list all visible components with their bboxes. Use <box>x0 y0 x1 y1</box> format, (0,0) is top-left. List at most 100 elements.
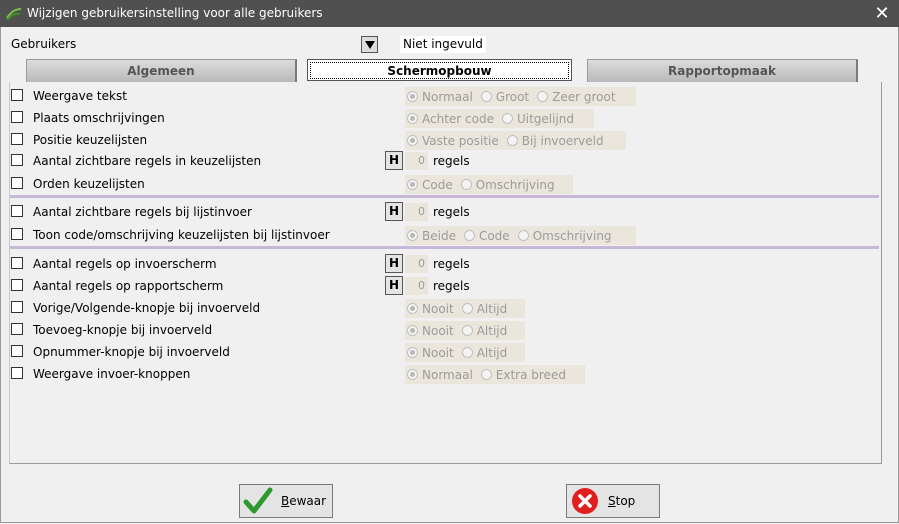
checkbox[interactable] <box>11 133 23 145</box>
option-label: Omschrijving <box>532 228 612 243</box>
radio-selected-icon <box>407 325 418 336</box>
option-label: Achter code <box>422 111 494 126</box>
checkbox[interactable] <box>11 301 23 313</box>
option-label: Extra breed <box>495 367 566 382</box>
checkbox[interactable] <box>11 177 23 189</box>
radio-selected-icon <box>407 91 418 102</box>
radio-option[interactable]: Extra breed <box>480 367 566 382</box>
radio-option[interactable]: Normaal <box>407 368 473 382</box>
setting-label: Vorige/Volgende-knopje bij invoerveld <box>33 301 261 315</box>
radio-icon <box>463 230 475 241</box>
radio-icon <box>517 230 529 241</box>
radio-group: Achter code Uitgelijnd <box>405 109 594 128</box>
option-label: Code <box>478 228 510 243</box>
radio-group: Normaal Groot Zeer groot <box>405 87 636 106</box>
unit-label: regels <box>433 257 470 271</box>
checkbox[interactable] <box>11 367 23 379</box>
radio-group: Nooit Altijd <box>405 299 525 318</box>
radio-group: Code Omschrijving <box>405 175 573 194</box>
save-button[interactable]: Bewaar <box>239 484 333 518</box>
radio-option[interactable]: Groot <box>480 89 530 104</box>
option-label: Uitgelijnd <box>516 111 575 126</box>
users-label: Gebruikers <box>11 37 77 51</box>
radio-icon <box>461 303 473 314</box>
h-button[interactable]: H <box>385 202 403 221</box>
radio-selected-icon <box>407 179 418 190</box>
radio-option[interactable]: Code <box>463 228 510 243</box>
stop-button[interactable]: Stop <box>566 484 660 518</box>
radio-option[interactable]: Vaste positie <box>407 134 499 148</box>
checkbox[interactable] <box>11 111 23 123</box>
close-icon[interactable]: ✕ <box>865 0 899 27</box>
setting-row-zichtbare-regels-keuzelijsten: Aantal zichtbare regels in keuzelijsten … <box>10 151 881 171</box>
radio-option[interactable]: Uitgelijnd <box>501 111 575 126</box>
setting-label: Orden keuzelijsten <box>33 177 145 191</box>
setting-label: Aantal regels op rapportscherm <box>33 279 224 293</box>
radio-option[interactable]: Beide <box>407 229 456 243</box>
radio-option[interactable]: Zeer groot <box>537 90 616 104</box>
tab-rapportopmaak[interactable]: Rapportopmaak <box>587 59 858 82</box>
tab-algemeen[interactable]: Algemeen <box>26 59 297 82</box>
radio-option[interactable]: Nooit <box>407 324 454 338</box>
option-label: Groot <box>495 89 530 104</box>
radio-option[interactable]: Altijd <box>461 323 508 338</box>
checkbox[interactable] <box>11 345 23 357</box>
setting-row-zichtbare-regels-lijstinvoer: Aantal zichtbare regels bij lijstinvoer … <box>10 202 881 222</box>
checkbox[interactable] <box>11 89 23 101</box>
checkbox[interactable] <box>11 205 23 217</box>
h-button[interactable]: H <box>385 254 403 273</box>
radio-option[interactable]: Normaal <box>407 90 473 104</box>
rows-number-field[interactable]: 0 <box>405 203 428 221</box>
rows-number-field[interactable]: 0 <box>405 152 428 170</box>
option-label: Vaste positie <box>422 133 499 148</box>
radio-option[interactable]: Code <box>407 178 453 192</box>
setting-row-vorige-volgende-knopje: Vorige/Volgende-knopje bij invoerveld No… <box>10 298 881 318</box>
settings-panel: Weergave tekst Normaal Groot Zeer groot … <box>9 82 882 464</box>
setting-row-positie-keuzelijsten: Positie keuzelijsten Vaste positie Bij i… <box>10 130 881 150</box>
setting-label: Plaats omschrijvingen <box>33 111 165 125</box>
tab-label: Rapportopmaak <box>668 64 776 78</box>
tab-schermopbouw[interactable]: Schermopbouw <box>307 59 572 81</box>
radio-option[interactable]: Altijd <box>461 346 507 360</box>
h-button[interactable]: H <box>385 151 403 170</box>
option-label: Altijd <box>476 323 508 338</box>
tab-label: Algemeen <box>127 64 195 78</box>
radio-option[interactable]: Nooit <box>407 302 454 316</box>
radio-option[interactable]: Nooit <box>407 346 454 360</box>
checkbox[interactable] <box>11 323 23 335</box>
setting-label: Aantal zichtbare regels bij lijstinvoer <box>33 205 252 219</box>
radio-option[interactable]: Omschrijving <box>460 177 555 192</box>
radio-selected-icon <box>407 113 418 124</box>
checkbox[interactable] <box>11 228 23 240</box>
radio-selected-icon <box>407 347 418 358</box>
triangle-down-icon <box>364 40 375 49</box>
radio-option[interactable]: Achter code <box>407 112 494 126</box>
radio-icon <box>501 113 513 124</box>
rows-number-field[interactable]: 0 <box>405 277 428 295</box>
setting-label: Opnummer-knopje bij invoerveld <box>33 345 230 359</box>
users-value-field[interactable]: Niet ingevuld <box>400 36 486 53</box>
users-dropdown-button[interactable] <box>361 36 378 53</box>
unit-label: regels <box>433 154 470 168</box>
h-button[interactable]: H <box>385 276 403 295</box>
option-label: Omschrijving <box>475 177 555 192</box>
stop-x-icon <box>572 488 598 514</box>
tab-label: Schermopbouw <box>387 64 492 78</box>
radio-group: Nooit Altijd <box>405 321 525 340</box>
checkbox[interactable] <box>11 257 23 269</box>
rows-number-field[interactable]: 0 <box>405 255 428 273</box>
setting-row-regels-invoerscherm: Aantal regels op invoerscherm H 0 regels <box>10 254 881 274</box>
checkbox[interactable] <box>11 279 23 291</box>
section-divider <box>10 195 879 198</box>
radio-option[interactable]: Altijd <box>461 302 507 316</box>
setting-label: Positie keuzelijsten <box>33 133 148 147</box>
radio-option[interactable]: Omschrijving <box>517 228 612 243</box>
radio-icon <box>480 91 492 102</box>
radio-option[interactable]: Bij invoerveld <box>506 134 604 148</box>
checkbox[interactable] <box>11 154 23 166</box>
radio-selected-icon <box>407 303 418 314</box>
option-label: Nooit <box>422 345 454 360</box>
radio-selected-icon <box>407 135 418 146</box>
checkmark-icon <box>243 487 273 514</box>
setting-row-toevoeg-knopje: Toevoeg-knopje bij invoerveld Nooit Alti… <box>10 320 881 340</box>
